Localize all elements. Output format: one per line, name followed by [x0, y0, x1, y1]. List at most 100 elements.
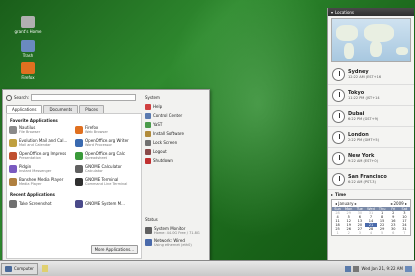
more-applications-button[interactable]: More Applications... — [90, 245, 138, 254]
calendar-day[interactable]: 1 — [332, 231, 343, 235]
app-text: OpenOffice.org Writer Word Processor — [85, 138, 129, 148]
network-tray-icon[interactable] — [345, 265, 352, 272]
app-item[interactable]: OpenOffice.org Writer Word Processor — [75, 137, 139, 149]
clock-panel: ▾ Locations Sydney 12:22 AM (EST+16 Tokyo 1… — [327, 8, 414, 260]
search-icon — [6, 94, 12, 101]
city-text: Sydney 12:22 AM (EST+16 — [348, 69, 381, 79]
taskbar-clock[interactable]: Wed Jan 21, 9:22 AM — [361, 266, 403, 271]
app-text: Evolution Mail and Cal... Mail and Calend… — [19, 138, 67, 147]
system-item-label: YaST — [153, 122, 163, 127]
app-item[interactable]: GNOME Terminal Command Line Terminal — [75, 176, 139, 188]
calendar-day[interactable]: 3 — [354, 231, 365, 235]
status-section: Status System Monitor Home: 44.0G Free / … — [145, 217, 209, 248]
app-item[interactable]: Nautilus File Browser — [9, 124, 73, 136]
calendar-day[interactable]: 6 — [388, 231, 399, 235]
city-time: 6:22 PM (GST+9) — [348, 117, 379, 121]
calendar-day[interactable]: 7 — [399, 231, 410, 235]
calendar-day[interactable]: 2 — [343, 231, 354, 235]
calculator-icon — [75, 165, 83, 173]
app-text: Firefox Web Browser — [85, 125, 108, 134]
city-text: New York 9:22 AM (EST+0) — [348, 153, 378, 163]
firefox-icon — [75, 126, 83, 134]
status-header: Status — [145, 217, 158, 222]
prev-month-icon[interactable]: ◂ — [335, 201, 337, 206]
app-desc: File Browser — [19, 130, 41, 135]
show-desktop-icon[interactable] — [405, 265, 412, 272]
system-item[interactable]: Control Center — [145, 111, 209, 120]
desktop-icon[interactable]: Firefox — [8, 62, 48, 80]
city-row[interactable]: New York 9:22 AM (EST+0) — [328, 148, 414, 169]
system-item[interactable]: Help — [145, 102, 209, 111]
desktop-icon[interactable]: Trash — [8, 40, 48, 58]
volume-icon[interactable] — [353, 265, 360, 272]
system-item[interactable]: Lock Screen — [145, 138, 209, 147]
system-monitor-icon — [75, 200, 83, 208]
next-year-icon[interactable]: ▸ — [405, 201, 407, 206]
calendar-day[interactable]: 5 — [377, 231, 388, 235]
system-item[interactable]: Logout — [145, 147, 209, 156]
locations-label: Locations — [335, 9, 355, 15]
app-item[interactable]: Firefox Web Browser — [75, 124, 139, 136]
app-desc: Word Processor — [85, 143, 112, 148]
search-input[interactable] — [31, 94, 136, 101]
city-row[interactable]: Tokyo 11:22 PM (JST+14 — [328, 85, 414, 106]
app-item[interactable]: OpenOffice.org Impress Presentation — [9, 150, 73, 162]
city-row[interactable]: Dubai 6:22 PM (GST+9) — [328, 106, 414, 127]
recent-app-item[interactable]: Take Screenshot — [9, 198, 73, 210]
system-item[interactable]: Install Software — [145, 129, 209, 138]
taskbar: Computer Wed Jan 21, 9:22 AM — [0, 260, 415, 276]
app-item[interactable]: Banshee Media Player Media Player — [9, 176, 73, 188]
prev-year-icon[interactable]: ◂ — [390, 201, 392, 206]
system-item-label: Shutdown — [153, 158, 173, 163]
system-item-label: Install Software — [153, 131, 184, 136]
system-item[interactable]: YaST — [145, 120, 209, 129]
trash-icon — [21, 40, 35, 52]
time-header[interactable]: ▸ Time — [328, 190, 414, 198]
status-text: System Monitor Home: 44.0G Free / 71.8G — [154, 226, 200, 235]
app-desc: Command Line Terminal — [85, 182, 128, 187]
main-menu: Search: Applications Documents Places Fa… — [2, 89, 210, 261]
app-item[interactable]: OpenOffice.org Calc Spreadsheet — [75, 150, 139, 162]
next-month-icon[interactable]: ▸ — [355, 201, 357, 206]
clock-icon — [332, 67, 345, 81]
city-row[interactable]: Sydney 12:22 AM (EST+16 — [328, 64, 414, 85]
month-selector[interactable]: ◂ January ▸ — [335, 201, 357, 206]
app-text: GNOME Terminal Command Line Terminal — [85, 177, 128, 187]
calc-icon — [75, 152, 83, 160]
status-item[interactable]: Network: Wired Using ethernet (eth0) — [145, 236, 209, 248]
computer-button[interactable]: Computer — [1, 262, 38, 275]
locations-header[interactable]: ▾ Locations — [328, 8, 414, 16]
notes-icon[interactable] — [41, 265, 48, 272]
app-item[interactable]: Pidgin Instant Messenger — [9, 163, 73, 175]
camera-icon — [9, 200, 17, 208]
impress-icon — [9, 152, 17, 160]
recent-grid: Take Screenshot GNOME System M... — [9, 198, 139, 210]
recent-app-item[interactable]: GNOME System M... — [75, 198, 139, 210]
app-name: Take Screenshot — [19, 200, 52, 206]
month-label: January — [338, 201, 354, 206]
system-item-label: Logout — [153, 149, 167, 154]
clock-icon — [332, 88, 345, 102]
evolution-icon — [9, 139, 17, 147]
desktop-icon-label: Trash — [22, 53, 34, 58]
status-desc: Using ethernet (eth0) — [154, 242, 192, 247]
calendar-nav: ◂ January ▸ ◂ 2009 ▸ — [332, 200, 410, 207]
status-item[interactable]: System Monitor Home: 44.0G Free / 71.8G — [145, 224, 209, 236]
year-selector[interactable]: ◂ 2009 ▸ — [390, 201, 407, 206]
app-desc: Spreadsheet — [85, 156, 108, 161]
app-text: Nautilus File Browser — [19, 125, 41, 135]
yast-icon — [145, 121, 151, 128]
city-row[interactable]: London 2:22 PM (GMT+5) — [328, 127, 414, 148]
status-desc: Home: 44.0G Free / 71.8G — [154, 230, 200, 235]
app-item[interactable]: GNOME Calculator Calculator — [75, 163, 139, 175]
calendar-day[interactable]: 4 — [365, 231, 376, 235]
app-item[interactable]: Evolution Mail and Cal... Mail and Calend… — [9, 137, 73, 149]
search-bar: Search: — [6, 93, 136, 102]
city-row[interactable]: San Francisco 6:22 AM (PST-3) — [328, 169, 414, 190]
desktop-icon[interactable]: grant's Home — [8, 16, 48, 34]
app-text: GNOME Calculator Calculator — [85, 164, 122, 173]
app-text: OpenOffice.org Impress Presentation — [19, 151, 66, 160]
triangle-down-icon: ▾ — [331, 9, 334, 15]
system-item[interactable]: Shutdown — [145, 156, 209, 165]
status-text: Network: Wired Using ethernet (eth0) — [154, 238, 192, 247]
